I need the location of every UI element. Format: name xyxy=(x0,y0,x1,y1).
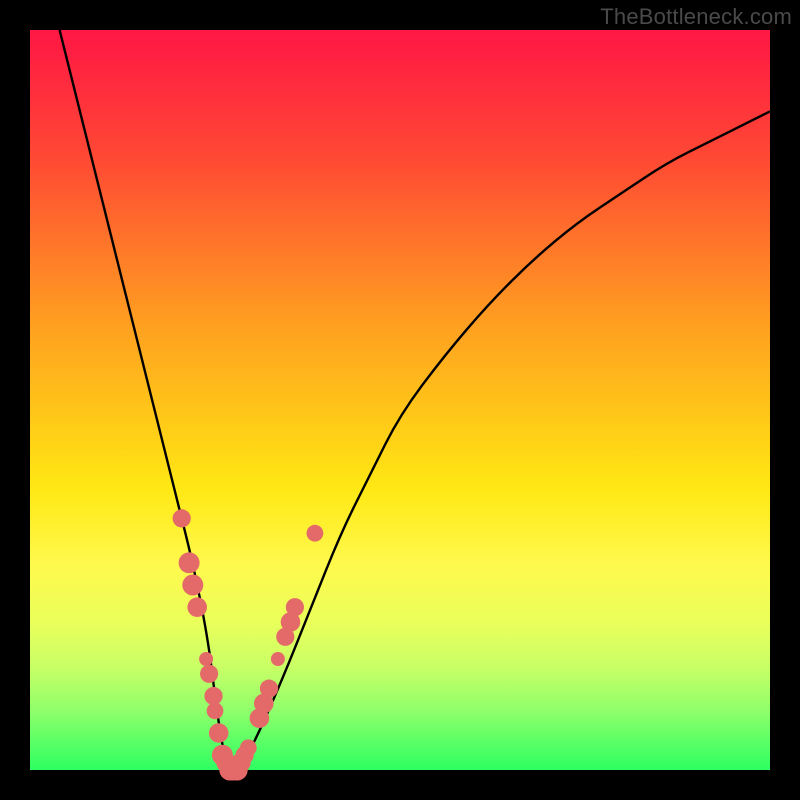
data-point xyxy=(200,665,218,683)
data-point xyxy=(204,687,222,705)
data-markers xyxy=(173,509,324,780)
data-point xyxy=(199,652,213,666)
watermark-text: TheBottleneck.com xyxy=(600,4,792,30)
data-point xyxy=(187,597,207,617)
chart-svg xyxy=(30,30,770,770)
data-point xyxy=(173,509,191,527)
bottleneck-curve xyxy=(60,30,770,770)
data-point xyxy=(179,552,200,573)
data-point xyxy=(260,680,278,698)
plot-area xyxy=(30,30,770,770)
data-point xyxy=(240,739,257,756)
data-point xyxy=(286,598,304,616)
data-point xyxy=(207,702,224,719)
chart-frame: TheBottleneck.com xyxy=(0,0,800,800)
data-point xyxy=(307,525,324,542)
data-point xyxy=(209,723,229,743)
data-point xyxy=(271,652,285,666)
data-point xyxy=(182,575,203,596)
